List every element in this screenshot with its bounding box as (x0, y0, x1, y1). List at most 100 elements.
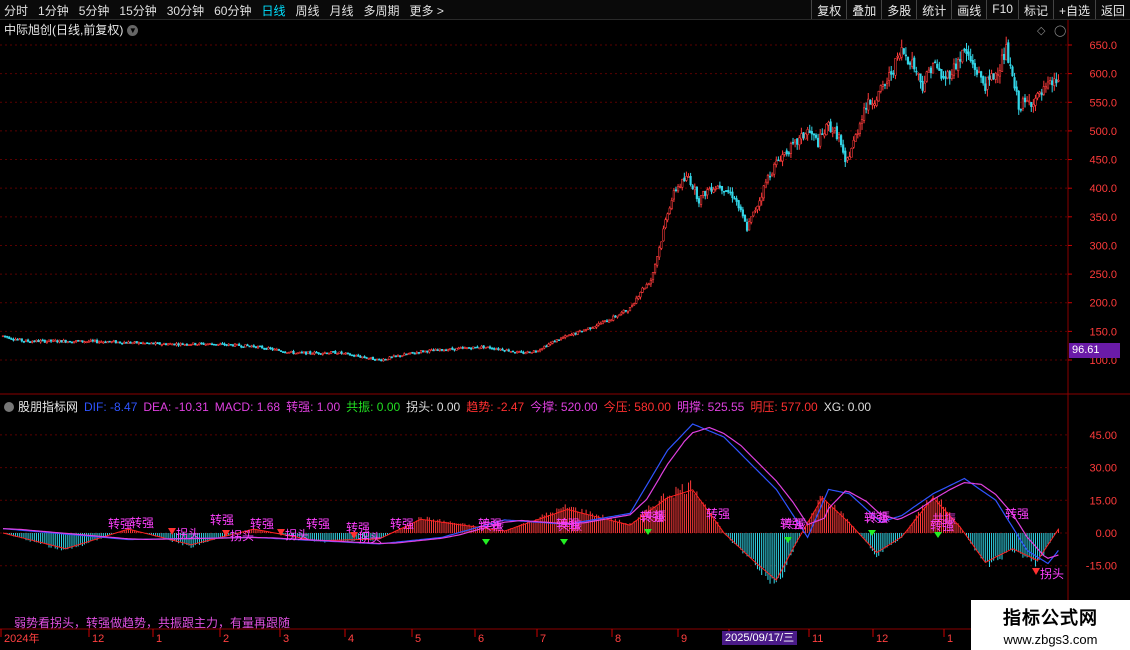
price-tick-label: 350.0 (1089, 212, 1117, 224)
candle-body (100, 341, 103, 344)
signal-label-strong: 转强 (390, 516, 414, 531)
candle-body (748, 221, 751, 231)
candle-body (938, 68, 941, 71)
candle-body (72, 341, 76, 343)
candle-body (856, 132, 859, 135)
candle-body (842, 144, 845, 153)
candle-body (1005, 44, 1008, 61)
indicator-field: XG: 0.00 (823, 400, 872, 414)
candle-body (204, 343, 207, 346)
indicator-tick-label: 45.00 (1089, 430, 1117, 442)
candle-body (994, 72, 997, 80)
candle-body (277, 349, 280, 351)
candle-body (411, 351, 414, 354)
candle-body (106, 341, 109, 344)
candle-body (800, 133, 803, 140)
candle-body (977, 70, 981, 73)
candle-body (273, 348, 276, 351)
candle-body (900, 47, 903, 58)
candle-body (89, 339, 92, 342)
indicator-name[interactable]: 股朋指标网 (18, 400, 78, 414)
candle-body (645, 284, 648, 289)
candle-body (346, 352, 349, 355)
candle-body (95, 339, 99, 343)
candle-body (689, 176, 692, 186)
candle-body (428, 349, 431, 353)
candle-body (369, 357, 372, 359)
date-tick-label: 4 (348, 633, 354, 645)
candle-body (543, 345, 546, 349)
candle-body (150, 342, 153, 345)
candle-body (593, 326, 596, 329)
candle-body (539, 349, 542, 352)
candle-body (311, 353, 314, 355)
candle-body (52, 339, 55, 342)
candle-body (1036, 93, 1039, 99)
candle-body (217, 343, 220, 346)
candle-body (913, 57, 916, 70)
candle-body (202, 343, 205, 345)
candle-body (653, 264, 657, 273)
candle-body (528, 351, 531, 354)
candle-body (54, 340, 57, 342)
candle-body (141, 342, 145, 345)
candle-body (75, 340, 78, 342)
candle-body (169, 343, 172, 345)
candle-body (156, 342, 159, 345)
candle-body (954, 63, 958, 70)
candle-body (1032, 104, 1035, 108)
candle-body (380, 359, 383, 362)
signal-label-strong: 转强 (130, 515, 154, 530)
candle-body (1030, 102, 1033, 107)
kline-chart[interactable]: 650.0 600.0 550.0 500.0 450.0 400.0 350.0 300.0… (0, 0, 1130, 650)
candle-body (177, 343, 180, 346)
candle-body (14, 338, 17, 341)
candle-body (568, 334, 571, 336)
candle-body (580, 330, 584, 333)
candle-body (281, 351, 285, 353)
candle-body (942, 76, 945, 78)
candle-body (330, 351, 333, 354)
candle-body (49, 339, 53, 342)
candle-body (641, 287, 644, 293)
candle-body (773, 163, 776, 175)
candle-body (417, 352, 421, 354)
candle-body (618, 314, 621, 317)
signal-label-gong: 共振 (932, 512, 956, 526)
candle-body (315, 351, 318, 354)
candle-body (570, 334, 573, 336)
candle-body (984, 83, 987, 91)
candle-body (860, 119, 864, 124)
candle-body (275, 349, 278, 351)
indicator-tick-label: 0.00 (1096, 528, 1117, 540)
candle-body (196, 344, 199, 346)
candle-body (319, 353, 322, 355)
candle-body (668, 207, 671, 214)
candle-body (821, 133, 824, 135)
indicator-header: 股朋指标网 DIF: -8.47 DEA: -10.31 MACD: 1.68 转强: … (4, 398, 883, 415)
date-tick-label: 3 (283, 633, 289, 645)
candle-body (85, 341, 88, 343)
date-tick-label: 1 (156, 633, 162, 645)
indicator-menu-icon[interactable] (4, 402, 14, 412)
candle-body (854, 134, 857, 142)
candle-body (432, 349, 435, 352)
candle-body (1048, 80, 1052, 85)
candle-body (148, 342, 151, 345)
candle-body (229, 343, 232, 346)
candle-body (764, 181, 767, 188)
candle-body (885, 81, 889, 84)
candle-body (388, 356, 391, 360)
candle-body (501, 348, 504, 351)
candle-body (409, 352, 412, 354)
candle-body (819, 133, 822, 147)
down-arrow-icon (560, 539, 568, 545)
candle-body (971, 59, 974, 65)
candle-body (252, 345, 255, 348)
candle-body (779, 160, 782, 162)
indicator-field: 转强: 1.00 (286, 400, 341, 414)
candle-body (963, 48, 966, 51)
candle-body (716, 185, 719, 190)
candle-body (187, 344, 191, 346)
candle-body (869, 99, 872, 105)
